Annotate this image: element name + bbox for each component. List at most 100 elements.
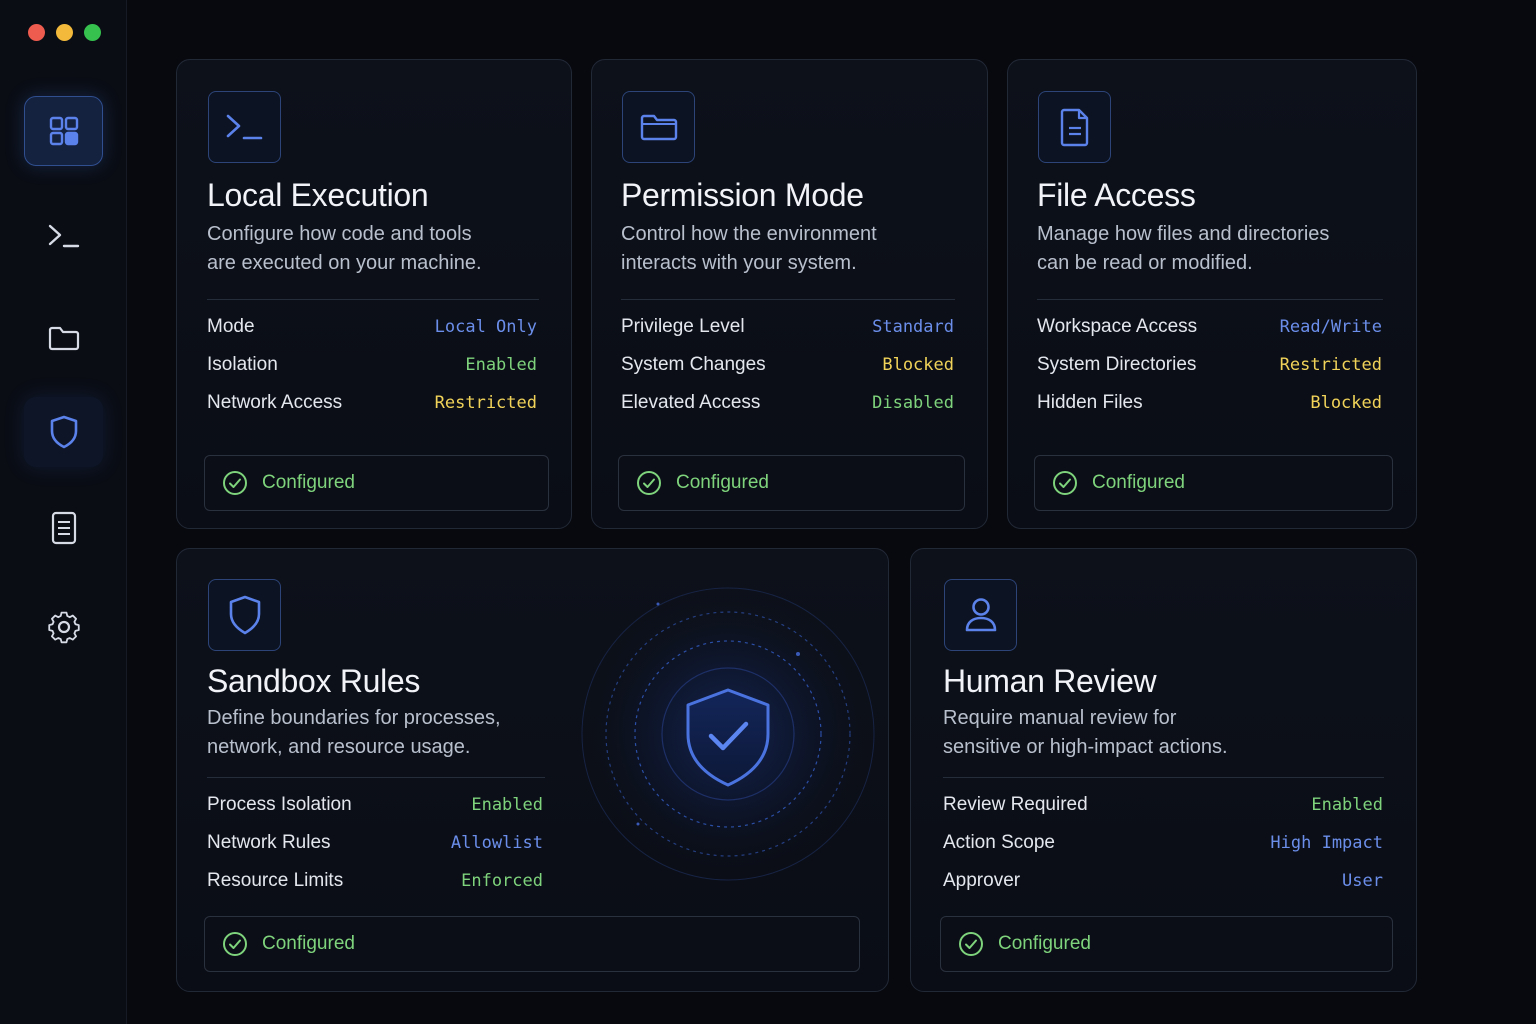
card-icon-box xyxy=(208,91,281,163)
setting-label: Action Scope xyxy=(943,832,1055,853)
divider xyxy=(1037,299,1383,300)
setting-row: Action Scope High Impact xyxy=(943,832,1383,856)
sidebar-item-security[interactable] xyxy=(24,397,103,467)
zoom-window-button[interactable] xyxy=(84,24,101,41)
setting-row: System Directories Restricted xyxy=(1037,354,1382,378)
document-icon xyxy=(51,511,76,545)
check-circle-icon xyxy=(637,471,661,495)
gear-icon xyxy=(47,611,80,644)
setting-row: Hidden Files Blocked xyxy=(1037,392,1382,416)
card-description-line: are executed on your machine. xyxy=(207,252,482,274)
card-icon-box xyxy=(944,579,1017,651)
status-text: Configured xyxy=(998,933,1091,954)
window-controls xyxy=(28,24,101,41)
sidebar-item-files[interactable] xyxy=(24,303,103,373)
close-window-button[interactable] xyxy=(28,24,45,41)
card-icon-box xyxy=(622,91,695,163)
divider xyxy=(621,299,955,300)
card-description-line: can be read or modified. xyxy=(1037,252,1253,274)
card-title: Permission Mode xyxy=(621,177,864,213)
setting-value: Blocked xyxy=(882,355,954,375)
setting-value: Enforced xyxy=(461,871,543,891)
card-description-line: Manage how files and directories xyxy=(1037,223,1330,245)
check-circle-icon xyxy=(1053,471,1077,495)
card-local-execution: Local Execution Configure how code and t… xyxy=(176,59,572,529)
setting-label: Review Required xyxy=(943,794,1088,815)
setting-row: Network Access Restricted xyxy=(207,392,537,416)
status-bar[interactable]: Configured xyxy=(1034,455,1393,511)
minimize-window-button[interactable] xyxy=(56,24,73,41)
setting-row: Isolation Enabled xyxy=(207,354,537,378)
setting-value: Restricted xyxy=(434,393,537,413)
setting-row: Mode Local Only xyxy=(207,316,537,340)
setting-row: System Changes Blocked xyxy=(621,354,954,378)
setting-row: Privilege Level Standard xyxy=(621,316,954,340)
check-circle-icon xyxy=(959,932,983,956)
card-description: Configure how code and tools are execute… xyxy=(207,220,482,278)
card-description-line: Define boundaries for processes, xyxy=(207,707,501,729)
card-description: Control how the environment interacts wi… xyxy=(621,220,877,278)
card-description: Define boundaries for processes, network… xyxy=(207,704,501,762)
status-bar[interactable]: Configured xyxy=(204,455,549,511)
setting-value: Enabled xyxy=(471,795,543,815)
card-description: Manage how files and directories can be … xyxy=(1037,220,1329,278)
setting-row: Elevated Access Disabled xyxy=(621,392,954,416)
card-title: Sandbox Rules xyxy=(207,663,421,699)
divider xyxy=(207,777,545,778)
setting-row: Network Rules Allowlist xyxy=(207,832,543,856)
card-description-line: Control how the environment xyxy=(621,223,877,245)
setting-row: Process Isolation Enabled xyxy=(207,794,543,818)
folder-icon xyxy=(640,114,677,141)
setting-label: Workspace Access xyxy=(1037,316,1198,337)
card-human-review: Human Review Require manual review for s… xyxy=(910,548,1417,992)
sidebar-item-dashboard[interactable] xyxy=(24,96,103,166)
setting-label: Mode xyxy=(207,316,255,337)
setting-value: Read/Write xyxy=(1279,317,1382,337)
status-bar[interactable]: Configured xyxy=(204,916,860,972)
setting-row: Review Required Enabled xyxy=(943,794,1383,818)
shield-icon xyxy=(229,595,260,635)
status-text: Configured xyxy=(262,933,355,954)
user-icon xyxy=(965,598,996,632)
setting-label: Approver xyxy=(943,870,1021,891)
setting-value: Standard xyxy=(872,317,954,337)
card-file-access: File Access Manage how files and directo… xyxy=(1007,59,1417,529)
terminal-icon xyxy=(226,114,262,140)
setting-value: High Impact xyxy=(1270,833,1383,853)
setting-value: Disabled xyxy=(872,393,954,413)
setting-row: Resource Limits Enforced xyxy=(207,870,543,894)
setting-label: Network Access xyxy=(207,392,343,413)
check-circle-icon xyxy=(223,932,247,956)
card-description: Require manual review for sensitive or h… xyxy=(943,704,1228,762)
setting-value: Restricted xyxy=(1279,355,1382,375)
setting-label: System Directories xyxy=(1037,354,1197,375)
setting-label: Elevated Access xyxy=(621,392,761,413)
card-description-line: interacts with your system. xyxy=(621,252,857,274)
card-permission-mode: Permission Mode Control how the environm… xyxy=(591,59,988,529)
setting-label: Privilege Level xyxy=(621,316,745,337)
setting-row: Approver User xyxy=(943,870,1383,894)
setting-value: Enabled xyxy=(465,355,537,375)
card-description-line: sensitive or high-impact actions. xyxy=(943,736,1228,758)
sidebar-item-terminal[interactable] xyxy=(24,201,103,271)
setting-label: Resource Limits xyxy=(207,870,344,891)
card-description-line: Configure how code and tools xyxy=(207,223,472,245)
setting-label: Isolation xyxy=(207,354,278,375)
setting-value: User xyxy=(1342,871,1383,891)
setting-value: Enabled xyxy=(1311,795,1383,815)
sidebar xyxy=(0,0,127,1024)
app-window: Local Execution Configure how code and t… xyxy=(0,0,1536,1024)
dashboard-grid-icon xyxy=(49,116,78,146)
document-icon xyxy=(1060,108,1088,147)
sidebar-item-documents[interactable] xyxy=(24,493,103,563)
setting-value: Allowlist xyxy=(450,833,543,853)
folder-icon xyxy=(48,326,79,351)
status-text: Configured xyxy=(1092,472,1185,493)
setting-row: Workspace Access Read/Write xyxy=(1037,316,1382,340)
sidebar-item-settings[interactable] xyxy=(24,592,103,662)
setting-value: Blocked xyxy=(1310,393,1382,413)
card-icon-box xyxy=(1038,91,1111,163)
status-bar[interactable]: Configured xyxy=(940,916,1393,972)
divider xyxy=(943,777,1384,778)
status-bar[interactable]: Configured xyxy=(618,455,965,511)
